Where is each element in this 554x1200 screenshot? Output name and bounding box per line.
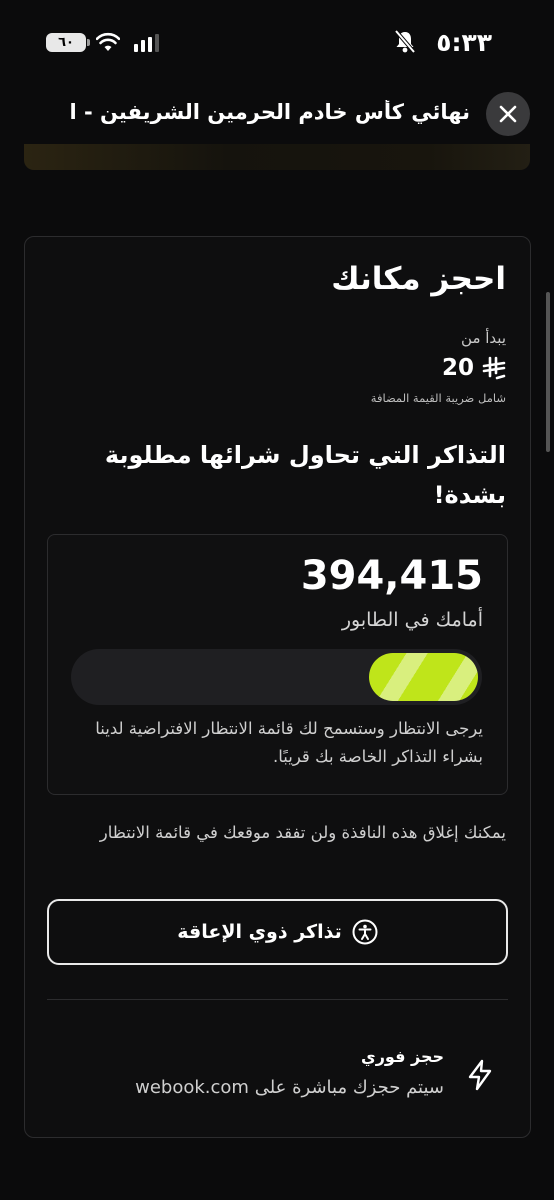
riyal-icon (482, 356, 506, 380)
accessibility-button-label: تذاكر ذوي الإعاقة (177, 921, 342, 943)
wifi-icon (96, 32, 120, 51)
card-title: احجز مكانك (331, 261, 506, 297)
booking-card: احجز مكانك يبدأ من 20 شامل ضريبة القيمة … (24, 236, 531, 1138)
vat-note: شامل ضريبة القيمة المضافة (370, 391, 506, 405)
queue-progress-bar (71, 649, 482, 705)
signal-icon (134, 34, 159, 52)
instant-booking-title: حجز فوري (361, 1047, 444, 1066)
battery-indicator: ٦٠ (46, 33, 90, 52)
demand-heading: التذاكر التي تحاول شرائها مطلوبة بشدة! (104, 441, 506, 509)
queue-position: 394,415 (300, 553, 483, 599)
divider (47, 999, 508, 1000)
status-bar: ٦٠ ٥:٣٣ (0, 0, 554, 80)
queue-progress-fill (369, 653, 478, 701)
instant-booking: حجز فوري سيتم حجزك مباشرة على webook.com (46, 1045, 506, 1109)
battery-level: ٦٠ (58, 35, 74, 50)
scrollbar[interactable] (546, 292, 550, 452)
queue-box: 394,415 أمامك في الطابور يرجى الانتظار و… (47, 534, 508, 795)
muted-bell-icon (394, 30, 416, 54)
clock: ٥:٣٣ (436, 28, 492, 57)
price-value: 20 (441, 355, 474, 381)
queue-note: يرجى الانتظار وستسمح لك قائمة الانتظار ا… (95, 719, 483, 766)
close-button[interactable] (486, 92, 530, 136)
event-title: نهائي كأس خادم الحرمين الشريفين - ال... (70, 100, 470, 124)
header: نهائي كأس خادم الحرمين الشريفين - ال... (0, 86, 554, 144)
accessibility-tickets-button[interactable]: تذاكر ذوي الإعاقة (47, 899, 508, 965)
instant-booking-subtitle: سيتم حجزك مباشرة على webook.com (135, 1077, 444, 1098)
starts-from-label: يبدأ من (461, 329, 506, 347)
lightning-icon (468, 1059, 492, 1091)
close-icon (499, 105, 517, 123)
close-note: يمكنك إغلاق هذه النافذة ولن تفقد موقعك ف… (99, 823, 506, 842)
queue-label: أمامك في الطابور (341, 609, 483, 631)
price: 20 (442, 355, 506, 381)
event-banner (24, 144, 530, 170)
accessibility-icon (352, 919, 378, 945)
